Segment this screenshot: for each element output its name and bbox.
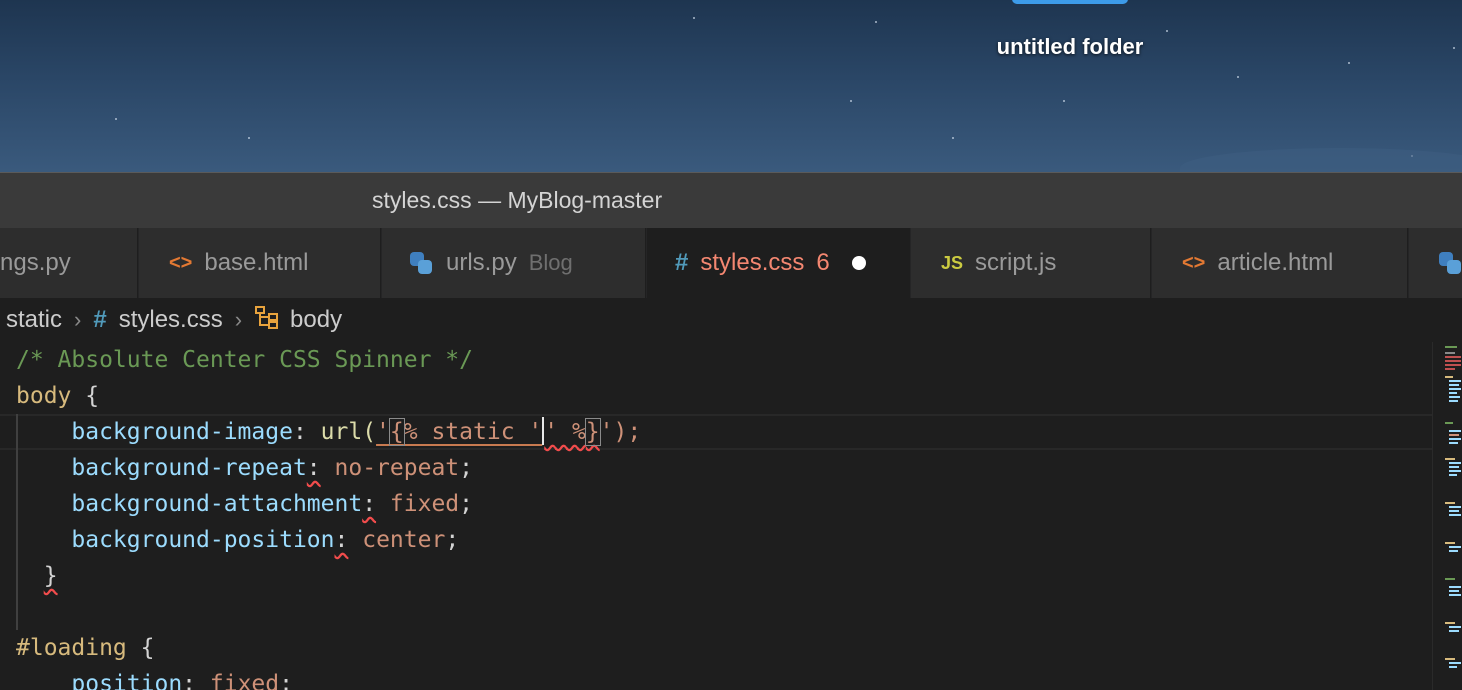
breadcrumb-symbol-label: body bbox=[290, 306, 343, 333]
folder-label[interactable]: untitled folder bbox=[960, 34, 1180, 60]
star bbox=[693, 17, 695, 19]
star bbox=[952, 137, 954, 139]
code-line[interactable]: body { bbox=[16, 378, 99, 414]
tab-styles-css[interactable]: # styles.css 6 bbox=[647, 228, 910, 298]
code-line[interactable]: #loading { bbox=[16, 630, 154, 666]
folder-icon[interactable] bbox=[1012, 0, 1128, 4]
tab-label: ngs.py bbox=[0, 249, 71, 276]
code-editor[interactable]: /* Absolute Center CSS Spinner */ body {… bbox=[0, 342, 1432, 690]
code-line[interactable]: /* Absolute Center CSS Spinner */ bbox=[16, 342, 473, 378]
star bbox=[875, 21, 877, 23]
chevron-right-icon: › bbox=[74, 307, 82, 332]
minimap[interactable] bbox=[1432, 342, 1462, 690]
problem-count-badge: 6 bbox=[816, 249, 830, 276]
tab-label: styles.css bbox=[700, 249, 805, 276]
star bbox=[115, 118, 117, 120]
title-bar[interactable]: styles.css — MyBlog-master bbox=[0, 172, 1462, 228]
breadcrumb-symbol[interactable]: body bbox=[254, 305, 342, 335]
tab-label: script.js bbox=[975, 249, 1057, 276]
star bbox=[1166, 30, 1168, 32]
symbol-structure-icon bbox=[254, 305, 280, 335]
tab-label: base.html bbox=[204, 249, 309, 276]
code-line[interactable]: } bbox=[16, 558, 58, 594]
code-line[interactable]: background-attachment: fixed; bbox=[16, 486, 473, 522]
html-icon: <> bbox=[169, 251, 193, 274]
star bbox=[1237, 76, 1239, 78]
tab-bar: ngs.py <> base.html urls.py Blog # style… bbox=[0, 228, 1462, 298]
code-line[interactable]: background-image: url('{% static '' %}')… bbox=[16, 414, 641, 450]
star bbox=[1453, 47, 1455, 49]
css-hash-icon: # bbox=[93, 306, 107, 333]
code-line[interactable]: background-position: center; bbox=[16, 522, 459, 558]
tab-description: Blog bbox=[528, 250, 573, 275]
python-icon bbox=[1439, 252, 1461, 274]
star bbox=[248, 137, 250, 139]
breadcrumb-file[interactable]: # styles.css bbox=[93, 306, 222, 334]
breadcrumb: static › # styles.css › body bbox=[0, 298, 1462, 342]
tab-label: article.html bbox=[1217, 249, 1334, 276]
tab-label: urls.py bbox=[446, 249, 517, 276]
js-icon: JS bbox=[941, 252, 964, 273]
code-line[interactable]: position: fixed: bbox=[16, 666, 293, 690]
star bbox=[1063, 100, 1065, 102]
star bbox=[850, 100, 852, 102]
editor-window: styles.css — MyBlog-master ngs.py <> bas… bbox=[0, 172, 1462, 690]
unsaved-dot-icon[interactable] bbox=[851, 256, 866, 270]
star bbox=[1348, 62, 1350, 64]
breadcrumb-file-label: styles.css bbox=[118, 306, 223, 333]
tab-script-js[interactable]: JS script.js bbox=[911, 228, 1151, 298]
tab-article-html[interactable]: <> article.html bbox=[1152, 228, 1408, 298]
tab-urls-py[interactable]: urls.py Blog bbox=[382, 228, 646, 298]
tab-settings-py[interactable]: ngs.py bbox=[0, 228, 138, 298]
tab-base-html[interactable]: <> base.html bbox=[139, 228, 381, 298]
breadcrumb-folder[interactable]: static bbox=[6, 306, 62, 334]
desktop-background: untitled folder bbox=[0, 0, 1462, 172]
code-line[interactable]: background-repeat: no-repeat; bbox=[16, 450, 473, 486]
tab-overflow[interactable] bbox=[1409, 228, 1462, 298]
chevron-right-icon: › bbox=[234, 307, 243, 332]
html-icon: <> bbox=[1182, 251, 1206, 274]
python-icon bbox=[410, 252, 432, 274]
css-hash-icon: # bbox=[675, 249, 689, 276]
window-title: styles.css — MyBlog-master bbox=[372, 187, 663, 213]
mountain-silhouette bbox=[1180, 148, 1462, 172]
